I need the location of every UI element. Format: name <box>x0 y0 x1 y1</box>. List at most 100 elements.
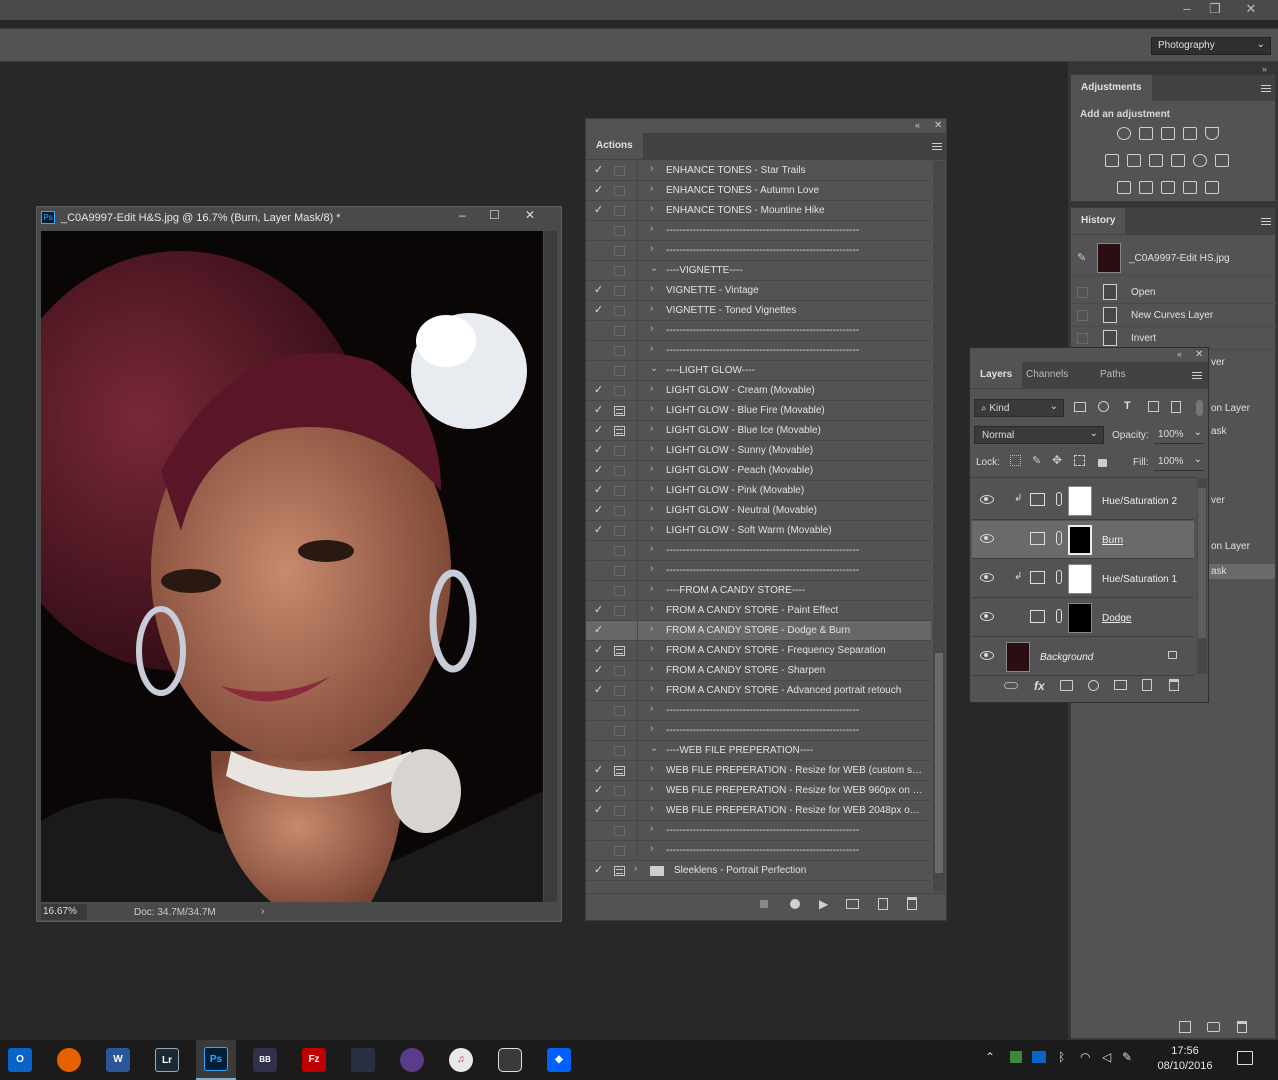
action-toggle-check[interactable]: ✓ <box>594 663 606 676</box>
eye-icon[interactable] <box>980 534 994 543</box>
new-set-folder-icon[interactable] <box>846 899 859 909</box>
link-layers-icon[interactable] <box>1004 682 1018 689</box>
selective-color-icon[interactable] <box>1183 181 1197 194</box>
doc-maximize-button[interactable]: ☐ <box>489 208 500 222</box>
expand-chevron-icon[interactable]: › <box>650 243 653 254</box>
action-row[interactable]: › ---------------------------------------… <box>586 241 931 261</box>
history-state-label-partial[interactable]: ask <box>1209 564 1275 579</box>
layers-scrollbar[interactable] <box>1197 478 1207 674</box>
new-adjustment-layer-icon[interactable] <box>1088 680 1099 691</box>
opacity-input[interactable]: 100% ⌄ <box>1154 426 1204 444</box>
layer-mask-thumbnail[interactable] <box>1068 564 1092 594</box>
dialog-toggle-icon[interactable] <box>614 466 625 476</box>
dialog-toggle-icon[interactable] <box>614 206 625 216</box>
tab-adjustments[interactable]: Adjustments <box>1071 75 1152 101</box>
word-taskbar-icon[interactable]: W <box>98 1040 138 1080</box>
close-button[interactable]: ✕ <box>1234 0 1268 20</box>
action-toggle-check[interactable]: ✓ <box>594 203 606 216</box>
dialog-toggle-icon[interactable] <box>614 386 625 396</box>
dialog-toggle-icon[interactable] <box>614 606 625 616</box>
expand-chevron-icon[interactable]: › <box>650 763 653 774</box>
layer-row[interactable]: ↲ Hue/Saturation 2 <box>972 482 1194 520</box>
action-row[interactable]: › ---------------------------------------… <box>586 701 931 721</box>
fx-icon[interactable]: fx <box>1034 679 1045 693</box>
history-source-box[interactable] <box>1077 287 1088 298</box>
action-toggle-check[interactable]: ✓ <box>594 503 606 516</box>
expand-chevron-icon[interactable]: › <box>650 623 653 634</box>
action-row[interactable]: ✓ › LIGHT GLOW - Cream (Movable) <box>586 381 931 401</box>
action-row[interactable]: › ---------------------------------------… <box>586 841 931 861</box>
panel-close-icon[interactable]: ✕ <box>934 120 942 131</box>
levels-icon[interactable] <box>1139 127 1153 140</box>
chain-link-icon[interactable] <box>1056 570 1062 584</box>
action-row[interactable]: ✓ › VIGNETTE - Toned Vignettes <box>586 301 931 321</box>
expand-chevron-icon[interactable]: ⌄ <box>650 363 658 374</box>
gradient-map-icon[interactable] <box>1205 181 1219 194</box>
tab-paths[interactable]: Paths <box>1090 362 1136 388</box>
expand-chevron-icon[interactable]: › <box>650 643 653 654</box>
expand-chevron-icon[interactable]: › <box>650 463 653 474</box>
dialog-toggle-icon[interactable] <box>614 566 625 576</box>
history-state-label-partial[interactable]: on Layer <box>1211 403 1250 414</box>
action-toggle-check[interactable]: ✓ <box>594 763 606 776</box>
dock-collapse-icon[interactable]: » <box>1262 64 1267 74</box>
action-toggle-check[interactable]: ✓ <box>594 443 606 456</box>
filter-shape-icon[interactable] <box>1148 401 1159 412</box>
history-trash-icon[interactable] <box>1237 1021 1247 1033</box>
record-icon[interactable] <box>790 899 800 909</box>
action-toggle-check[interactable]: ✓ <box>594 463 606 476</box>
doc-scrollbar[interactable] <box>544 231 557 902</box>
history-state-label-partial[interactable]: ver <box>1211 357 1225 368</box>
color-balance-icon[interactable] <box>1127 154 1141 167</box>
action-row[interactable]: › ---------------------------------------… <box>586 561 931 581</box>
history-state-label-partial[interactable]: ask <box>1211 426 1227 437</box>
layers-close-icon[interactable]: ✕ <box>1195 349 1203 360</box>
dialog-toggle-icon[interactable] <box>614 866 625 876</box>
new-layer-icon[interactable] <box>1142 679 1152 691</box>
action-row[interactable]: ✓ › FROM A CANDY STORE - Advanced portrait… <box>586 681 931 701</box>
action-row[interactable]: ✓ › WEB FILE PREPERATION - Resize for WEB … <box>586 781 931 801</box>
expand-chevron-icon[interactable]: › <box>650 583 653 594</box>
panel-menu-icon[interactable] <box>932 143 942 150</box>
action-toggle-check[interactable]: ✓ <box>594 283 606 296</box>
dialog-toggle-icon[interactable] <box>614 246 625 256</box>
filter-toggle[interactable] <box>1196 400 1203 416</box>
action-toggle-check[interactable]: ✓ <box>594 163 606 176</box>
eye-icon[interactable] <box>980 651 994 660</box>
action-toggle-check[interactable]: ✓ <box>594 423 606 436</box>
action-toggle-check[interactable]: ✓ <box>594 603 606 616</box>
filter-type-icon[interactable]: T <box>1124 400 1131 412</box>
action-toggle-check[interactable]: ✓ <box>594 523 606 536</box>
dialog-toggle-icon[interactable] <box>614 686 625 696</box>
expand-chevron-icon[interactable]: › <box>650 603 653 614</box>
action-toggle-check[interactable]: ✓ <box>594 483 606 496</box>
action-row[interactable]: › ---------------------------------------… <box>586 341 931 361</box>
posterize-icon[interactable] <box>1139 181 1153 194</box>
zoom-level[interactable]: 16.67% <box>41 904 87 920</box>
restore-button[interactable]: ❐ <box>1198 0 1232 20</box>
action-row[interactable]: ✓ › LIGHT GLOW - Blue Fire (Movable) <box>586 401 931 421</box>
pen-icon[interactable]: ✎ <box>1122 1050 1132 1064</box>
dialog-toggle-icon[interactable] <box>614 446 625 456</box>
dropbox-taskbar-icon[interactable]: ◆ <box>539 1040 579 1080</box>
dialog-toggle-icon[interactable] <box>614 286 625 296</box>
action-toggle-check[interactable]: ✓ <box>594 863 606 876</box>
expand-chevron-icon[interactable]: › <box>650 383 653 394</box>
dialog-toggle-icon[interactable] <box>614 226 625 236</box>
doc-close-button[interactable]: ✕ <box>525 208 535 222</box>
history-state-label-partial[interactable]: ver <box>1211 495 1225 506</box>
channel-mixer-icon[interactable] <box>1193 154 1207 167</box>
layer-row[interactable]: Dodge <box>972 599 1194 637</box>
action-row[interactable]: ✓ › LIGHT GLOW - Soft Warm (Movable) <box>586 521 931 541</box>
action-row[interactable]: ✓ › FROM A CANDY STORE - Sharpen <box>586 661 931 681</box>
document-title-bar[interactable]: Ps _C0A9997-Edit H&S.jpg @ 16.7% (Burn, … <box>37 207 561 228</box>
threshold-icon[interactable] <box>1161 181 1175 194</box>
expand-chevron-icon[interactable]: › <box>650 723 653 734</box>
layer-row[interactable]: ↲ Hue/Saturation 1 <box>972 560 1194 598</box>
action-toggle-check[interactable]: ✓ <box>594 683 606 696</box>
app-bb-taskbar-icon[interactable]: BB <box>245 1040 285 1080</box>
dialog-toggle-icon[interactable] <box>614 166 625 176</box>
layer-row-background[interactable]: Background <box>972 638 1194 676</box>
dialog-toggle-icon[interactable] <box>614 746 625 756</box>
dialog-toggle-icon[interactable] <box>614 426 625 436</box>
